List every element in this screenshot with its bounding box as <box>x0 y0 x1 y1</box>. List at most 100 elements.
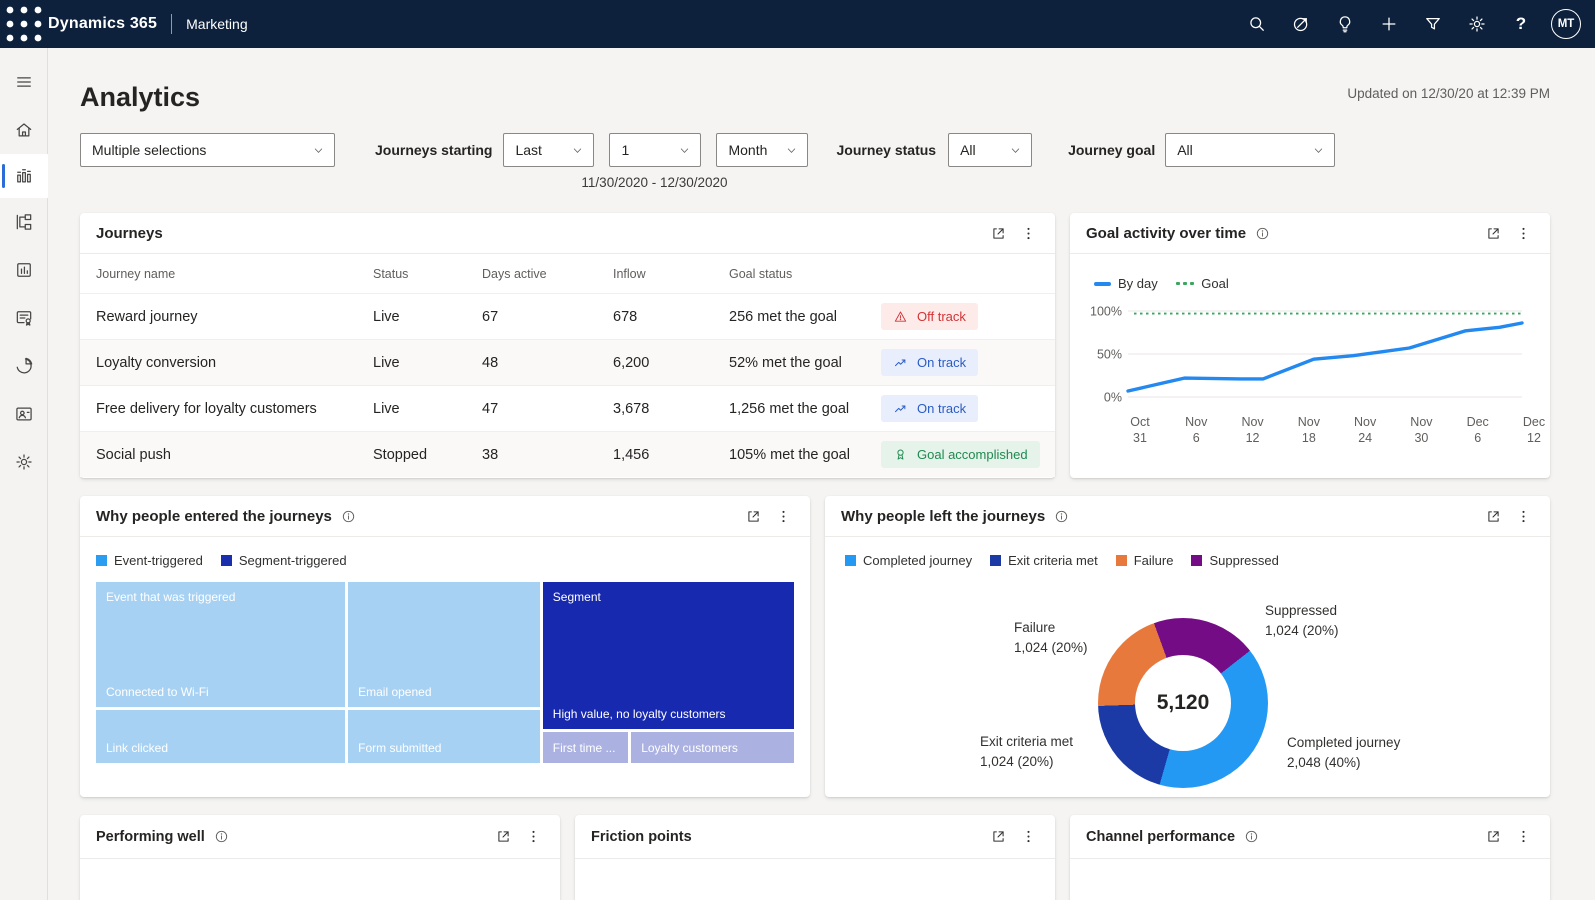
sidebar-item-report[interactable] <box>0 246 48 294</box>
more-options-icon[interactable] <box>1013 822 1043 852</box>
x-axis-tick: Nov30 <box>1393 414 1449 447</box>
legend-swatch <box>1191 555 1202 566</box>
more-options-icon[interactable] <box>518 822 548 852</box>
sidebar-item-certificate[interactable] <box>0 294 48 342</box>
waffle-icon[interactable] <box>0 0 48 48</box>
legend-swatch <box>990 555 1001 566</box>
journey-name-cell[interactable]: Free delivery for loyalty customers <box>96 401 373 417</box>
sidebar-item-analytics[interactable] <box>0 154 48 198</box>
performing-well-card: Performing well <box>80 815 560 900</box>
table-row[interactable]: Loyalty conversion Live 48 6,200 52% met… <box>80 339 1055 385</box>
lightbulb-icon[interactable] <box>1323 0 1367 48</box>
info-icon[interactable] <box>214 829 229 844</box>
treemap-tile-link-clicked[interactable]: Link clicked <box>96 710 345 763</box>
more-options-icon[interactable] <box>1508 501 1538 531</box>
sidebar-item-home[interactable] <box>0 106 48 154</box>
popout-icon[interactable] <box>983 822 1013 852</box>
search-icon[interactable] <box>1235 0 1279 48</box>
table-row[interactable]: Social push Stopped 38 1,456 105% met th… <box>80 431 1055 477</box>
status-badge: On track <box>881 349 978 376</box>
journey-name-cell[interactable]: Loyalty conversion <box>96 355 373 371</box>
column-header: Days active <box>482 267 613 281</box>
badge-label: Goal accomplished <box>917 447 1028 462</box>
add-icon[interactable] <box>1367 0 1411 48</box>
sidebar-item-contact-card[interactable] <box>0 390 48 438</box>
treemap-tile-first-time[interactable]: First time ... <box>543 732 628 763</box>
exit-reasons-donut-chart: 5,120 <box>1098 618 1268 788</box>
legend-item: Exit criteria met <box>990 553 1098 568</box>
journey-name-cell[interactable]: Social push <box>96 447 373 463</box>
treemap-tile-high-value[interactable]: Segment High value, no loyalty customers <box>543 582 794 729</box>
legend-item: By day <box>1094 276 1158 291</box>
treemap-tile-label: Loyalty customers <box>641 741 788 755</box>
treemap-tile-form-submitted[interactable]: Form submitted <box>348 710 540 763</box>
treemap-tile-label: Form submitted <box>358 741 534 755</box>
legend-item: Goal <box>1176 276 1229 291</box>
info-icon[interactable] <box>1244 829 1259 844</box>
sidebar-item-journeys[interactable] <box>0 198 48 246</box>
popout-icon[interactable] <box>1478 218 1508 248</box>
card-title: Channel performance <box>1086 829 1235 845</box>
navbar-divider <box>171 14 172 34</box>
treemap-legend: Event-triggeredSegment-triggered <box>80 537 810 568</box>
legend-swatch <box>1116 555 1127 566</box>
more-options-icon[interactable] <box>1508 218 1538 248</box>
chevron-down-icon <box>571 144 584 157</box>
info-icon[interactable] <box>341 509 356 524</box>
starting-mode-dropdown[interactable]: Last <box>503 133 594 167</box>
avatar[interactable]: MT <box>1551 9 1581 39</box>
journey-selection-dropdown[interactable]: Multiple selections <box>80 133 335 167</box>
treemap-tile-email-opened[interactable]: Email opened <box>348 582 540 707</box>
status-badge: Off track <box>881 303 978 330</box>
starting-unit-dropdown[interactable]: Month <box>716 133 808 167</box>
table-row[interactable]: Reward journey Live 67 678 256 met the g… <box>80 293 1055 339</box>
entered-card-title: Why people entered the journeys <box>96 508 332 525</box>
legend-swatch <box>1176 282 1195 285</box>
inflow-cell: 3,678 <box>613 401 729 417</box>
contact-card-icon <box>14 404 34 424</box>
popout-icon[interactable] <box>1478 501 1508 531</box>
analytics-icon <box>14 166 34 186</box>
card-title: Friction points <box>591 829 692 845</box>
goal-chart-legend: By day Goal <box>1070 254 1550 295</box>
status-cell: Stopped <box>373 447 482 463</box>
more-options-icon[interactable] <box>1508 822 1538 852</box>
chevron-down-icon <box>678 144 691 157</box>
chevron-down-icon <box>1009 144 1022 157</box>
help-icon[interactable]: ? <box>1499 0 1543 48</box>
sidebar-item-settings[interactable] <box>0 438 48 486</box>
sidebar-item-pie-chart[interactable] <box>0 342 48 390</box>
popout-icon[interactable] <box>1478 822 1508 852</box>
main-content: Updated on 12/30/20 at 12:39 PM Analytic… <box>48 48 1595 900</box>
starting-unit-value: Month <box>728 142 767 158</box>
pie-chart-icon <box>14 356 34 376</box>
popout-icon[interactable] <box>738 501 768 531</box>
column-header: Status <box>373 267 482 281</box>
filter-icon[interactable] <box>1411 0 1455 48</box>
donut-callout-suppressed: Suppressed1,024 (20%) <box>1265 601 1339 640</box>
filter-bar: Multiple selections Journeys starting La… <box>80 133 1550 167</box>
goal-status-cell: 105% met the goal <box>729 447 881 463</box>
settings-icon[interactable] <box>1455 0 1499 48</box>
left-journeys-card: Why people left the journeys Completed j… <box>825 496 1550 797</box>
journey-status-dropdown[interactable]: All <box>948 133 1032 167</box>
popout-icon[interactable] <box>488 822 518 852</box>
treemap-tile-loyalty-customers[interactable]: Loyalty customers <box>631 732 794 763</box>
more-options-icon[interactable] <box>1013 218 1043 248</box>
legend-swatch <box>221 555 232 566</box>
badge-label: Off track <box>917 309 966 324</box>
sidebar-item-menu[interactable] <box>0 58 48 106</box>
info-icon[interactable] <box>1255 226 1270 241</box>
svg-text:100%: 100% <box>1090 305 1122 319</box>
popout-icon[interactable] <box>983 218 1013 248</box>
table-row[interactable]: Free delivery for loyalty customers Live… <box>80 385 1055 431</box>
info-icon[interactable] <box>1054 509 1069 524</box>
treemap-tile-connected-to-wifi[interactable]: Event that was triggered Connected to Wi… <box>96 582 345 707</box>
compass-icon[interactable] <box>1279 0 1323 48</box>
more-options-icon[interactable] <box>768 501 798 531</box>
friction-points-card: Friction points <box>575 815 1055 900</box>
starting-count-dropdown[interactable]: 1 <box>609 133 701 167</box>
journey-goal-dropdown[interactable]: All <box>1165 133 1335 167</box>
journey-name-cell[interactable]: Reward journey <box>96 309 373 325</box>
treemap-tile-label: Connected to Wi-Fi <box>106 685 339 699</box>
